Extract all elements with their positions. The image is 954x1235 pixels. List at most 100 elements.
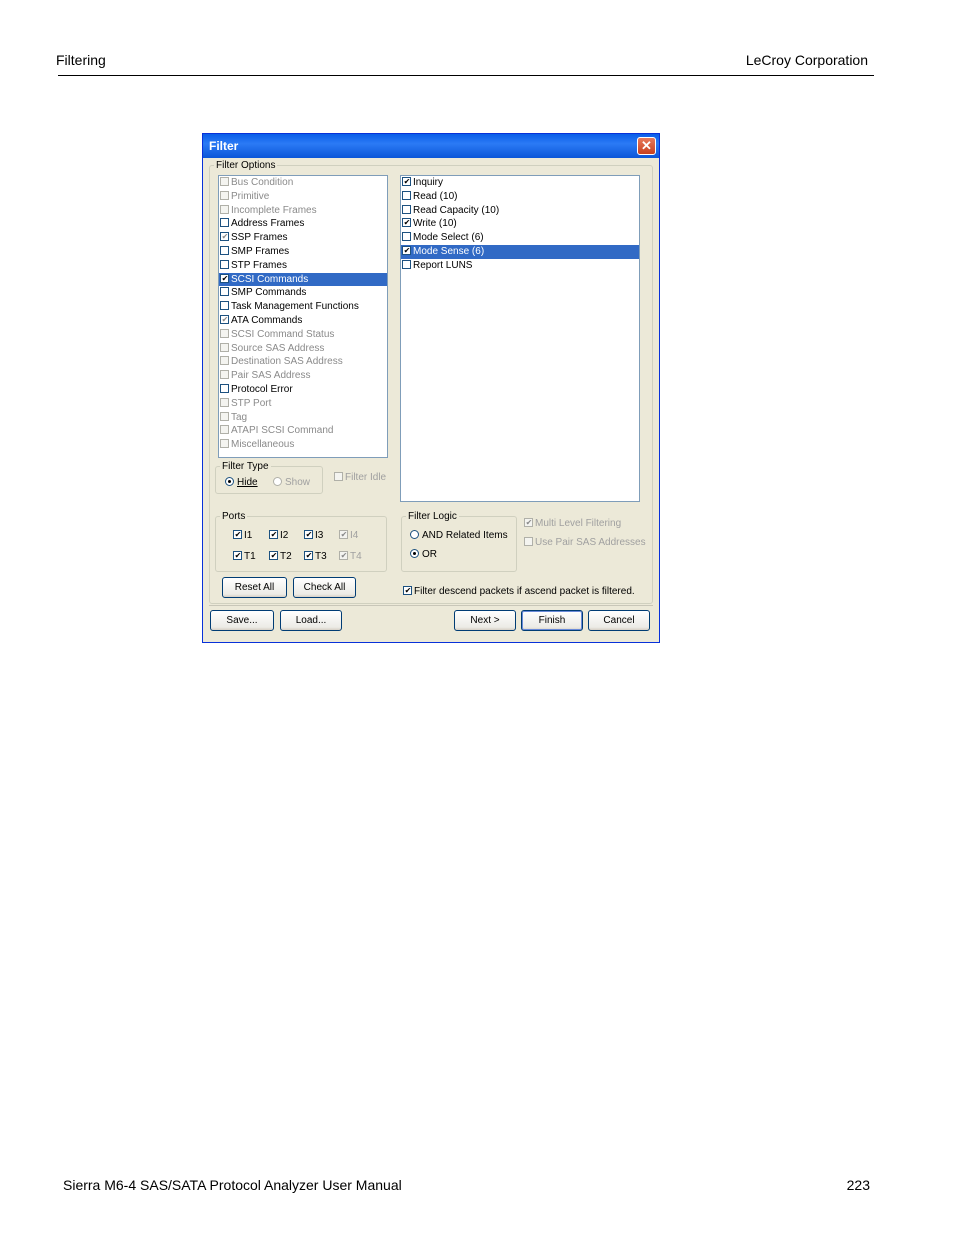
list-item[interactable]: Miscellaneous bbox=[219, 438, 387, 452]
multi-level-filtering-checkbox[interactable]: Multi Level Filtering bbox=[524, 518, 621, 529]
list-item[interactable]: STP Port bbox=[219, 397, 387, 411]
check-all-button[interactable]: Check All bbox=[293, 577, 356, 598]
list-item[interactable]: STP Frames bbox=[219, 259, 387, 273]
port-checkbox[interactable]: T2 bbox=[269, 551, 292, 562]
list-item[interactable]: Destination SAS Address bbox=[219, 355, 387, 369]
list-item-checkbox[interactable] bbox=[220, 314, 229, 324]
list-item-checkbox[interactable] bbox=[220, 273, 229, 283]
list-item-checkbox[interactable] bbox=[220, 287, 229, 297]
logic-and[interactable]: AND Related Items bbox=[410, 530, 508, 541]
port-checkbox-box[interactable] bbox=[304, 551, 313, 560]
list-item[interactable]: Task Management Functions bbox=[219, 300, 387, 314]
list-item-checkbox[interactable] bbox=[402, 259, 411, 269]
port-checkbox-box[interactable] bbox=[233, 530, 242, 539]
page-number: 223 bbox=[846, 1177, 870, 1193]
list-item-checkbox[interactable] bbox=[220, 425, 229, 435]
radio-hide[interactable]: Hide bbox=[225, 477, 258, 488]
radio-show-button[interactable] bbox=[273, 477, 282, 486]
list-item[interactable]: ATA Commands bbox=[219, 314, 387, 328]
filter-idle-box[interactable] bbox=[334, 472, 343, 481]
port-checkbox[interactable]: I1 bbox=[233, 530, 252, 541]
list-item-checkbox[interactable] bbox=[220, 218, 229, 228]
list-item[interactable]: Address Frames bbox=[219, 217, 387, 231]
port-checkbox[interactable]: I3 bbox=[304, 530, 323, 541]
list-item-checkbox[interactable] bbox=[220, 383, 229, 393]
port-checkbox-box[interactable] bbox=[304, 530, 313, 539]
radio-hide-button[interactable] bbox=[225, 477, 234, 486]
list-item-checkbox[interactable] bbox=[220, 397, 229, 407]
list-item-checkbox[interactable] bbox=[220, 190, 229, 200]
list-item-checkbox[interactable] bbox=[402, 177, 411, 186]
port-checkbox[interactable]: T3 bbox=[304, 551, 327, 562]
filter-idle-checkbox[interactable]: Filter Idle bbox=[334, 472, 386, 483]
list-item-checkbox[interactable] bbox=[220, 232, 229, 242]
list-item-checkbox[interactable] bbox=[220, 301, 229, 311]
logic-or-button[interactable] bbox=[410, 549, 419, 558]
use-pair-sas-checkbox[interactable]: Use Pair SAS Addresses bbox=[524, 537, 646, 548]
list-item-checkbox[interactable] bbox=[220, 439, 229, 449]
list-item[interactable]: Incomplete Frames bbox=[219, 204, 387, 218]
list-item[interactable]: Bus Condition bbox=[219, 176, 387, 190]
list-item[interactable]: ATAPI SCSI Command bbox=[219, 424, 387, 438]
list-item-checkbox[interactable] bbox=[220, 177, 229, 186]
list-item[interactable]: Tag bbox=[219, 411, 387, 425]
finish-button[interactable]: Finish bbox=[521, 610, 583, 631]
list-item[interactable]: Inquiry bbox=[401, 176, 639, 190]
list-item-checkbox[interactable] bbox=[220, 411, 229, 421]
next-button[interactable]: Next > bbox=[454, 610, 516, 631]
list-item[interactable]: Protocol Error bbox=[219, 383, 387, 397]
list-item[interactable]: Mode Select (6) bbox=[401, 231, 639, 245]
use-pair-sas-box[interactable] bbox=[524, 537, 533, 546]
port-checkbox-box[interactable] bbox=[233, 551, 242, 560]
radio-show[interactable]: Show bbox=[273, 477, 310, 488]
list-item[interactable]: SMP Frames bbox=[219, 245, 387, 259]
logic-or[interactable]: OR bbox=[410, 549, 437, 560]
port-checkbox[interactable]: T4 bbox=[339, 551, 362, 562]
list-item-checkbox[interactable] bbox=[220, 356, 229, 366]
close-icon[interactable]: ✕ bbox=[637, 137, 656, 155]
port-checkbox[interactable]: T1 bbox=[233, 551, 256, 562]
list-item-checkbox[interactable] bbox=[220, 342, 229, 352]
list-item-checkbox[interactable] bbox=[402, 190, 411, 200]
port-checkbox[interactable]: I2 bbox=[269, 530, 288, 541]
list-item-checkbox[interactable] bbox=[402, 218, 411, 228]
reset-all-button[interactable]: Reset All bbox=[222, 577, 287, 598]
filter-options-list[interactable]: Bus Condition Primitive Incomplete Frames A… bbox=[218, 175, 388, 458]
list-item-checkbox[interactable] bbox=[220, 328, 229, 338]
filter-descend-label: Filter descend packets if ascend packet … bbox=[414, 586, 635, 597]
list-item-checkbox[interactable] bbox=[220, 245, 229, 255]
filter-descend-box[interactable] bbox=[403, 586, 412, 595]
list-item[interactable]: SMP Commands bbox=[219, 286, 387, 300]
scsi-commands-list[interactable]: Inquiry Read (10) Read Capacity (10) Write … bbox=[400, 175, 640, 502]
list-item[interactable]: Read (10) bbox=[401, 190, 639, 204]
save-button[interactable]: Save... bbox=[210, 610, 274, 631]
list-item[interactable]: Source SAS Address bbox=[219, 342, 387, 356]
list-item-checkbox[interactable] bbox=[402, 204, 411, 214]
port-checkbox[interactable]: I4 bbox=[339, 530, 358, 541]
cancel-button[interactable]: Cancel bbox=[588, 610, 650, 631]
list-item-checkbox[interactable] bbox=[402, 232, 411, 242]
list-item[interactable]: Primitive bbox=[219, 190, 387, 204]
port-checkbox-box[interactable] bbox=[269, 530, 278, 539]
list-item-checkbox[interactable] bbox=[220, 204, 229, 214]
logic-and-button[interactable] bbox=[410, 530, 419, 539]
list-item-checkbox[interactable] bbox=[220, 370, 229, 380]
port-checkbox-box[interactable] bbox=[339, 530, 348, 539]
port-checkbox-box[interactable] bbox=[339, 551, 348, 560]
filter-descend-checkbox[interactable]: Filter descend packets if ascend packet … bbox=[403, 586, 635, 597]
list-item[interactable]: Read Capacity (10) bbox=[401, 204, 639, 218]
load-button[interactable]: Load... bbox=[280, 610, 342, 631]
filter-logic-label: Filter Logic bbox=[408, 511, 457, 522]
list-item[interactable]: Report LUNS bbox=[401, 259, 639, 273]
list-item[interactable]: Mode Sense (6) bbox=[401, 244, 639, 259]
dialog-titlebar[interactable]: Filter ✕ bbox=[203, 134, 659, 158]
multi-level-filtering-box[interactable] bbox=[524, 518, 533, 527]
list-item[interactable]: SCSI Command Status bbox=[219, 328, 387, 342]
list-item[interactable]: SSP Frames bbox=[219, 231, 387, 245]
list-item[interactable]: Pair SAS Address bbox=[219, 369, 387, 383]
list-item[interactable]: SCSI Commands bbox=[219, 272, 387, 287]
list-item-checkbox[interactable] bbox=[220, 259, 229, 269]
list-item[interactable]: Write (10) bbox=[401, 217, 639, 231]
list-item-checkbox[interactable] bbox=[402, 245, 411, 255]
port-checkbox-box[interactable] bbox=[269, 551, 278, 560]
